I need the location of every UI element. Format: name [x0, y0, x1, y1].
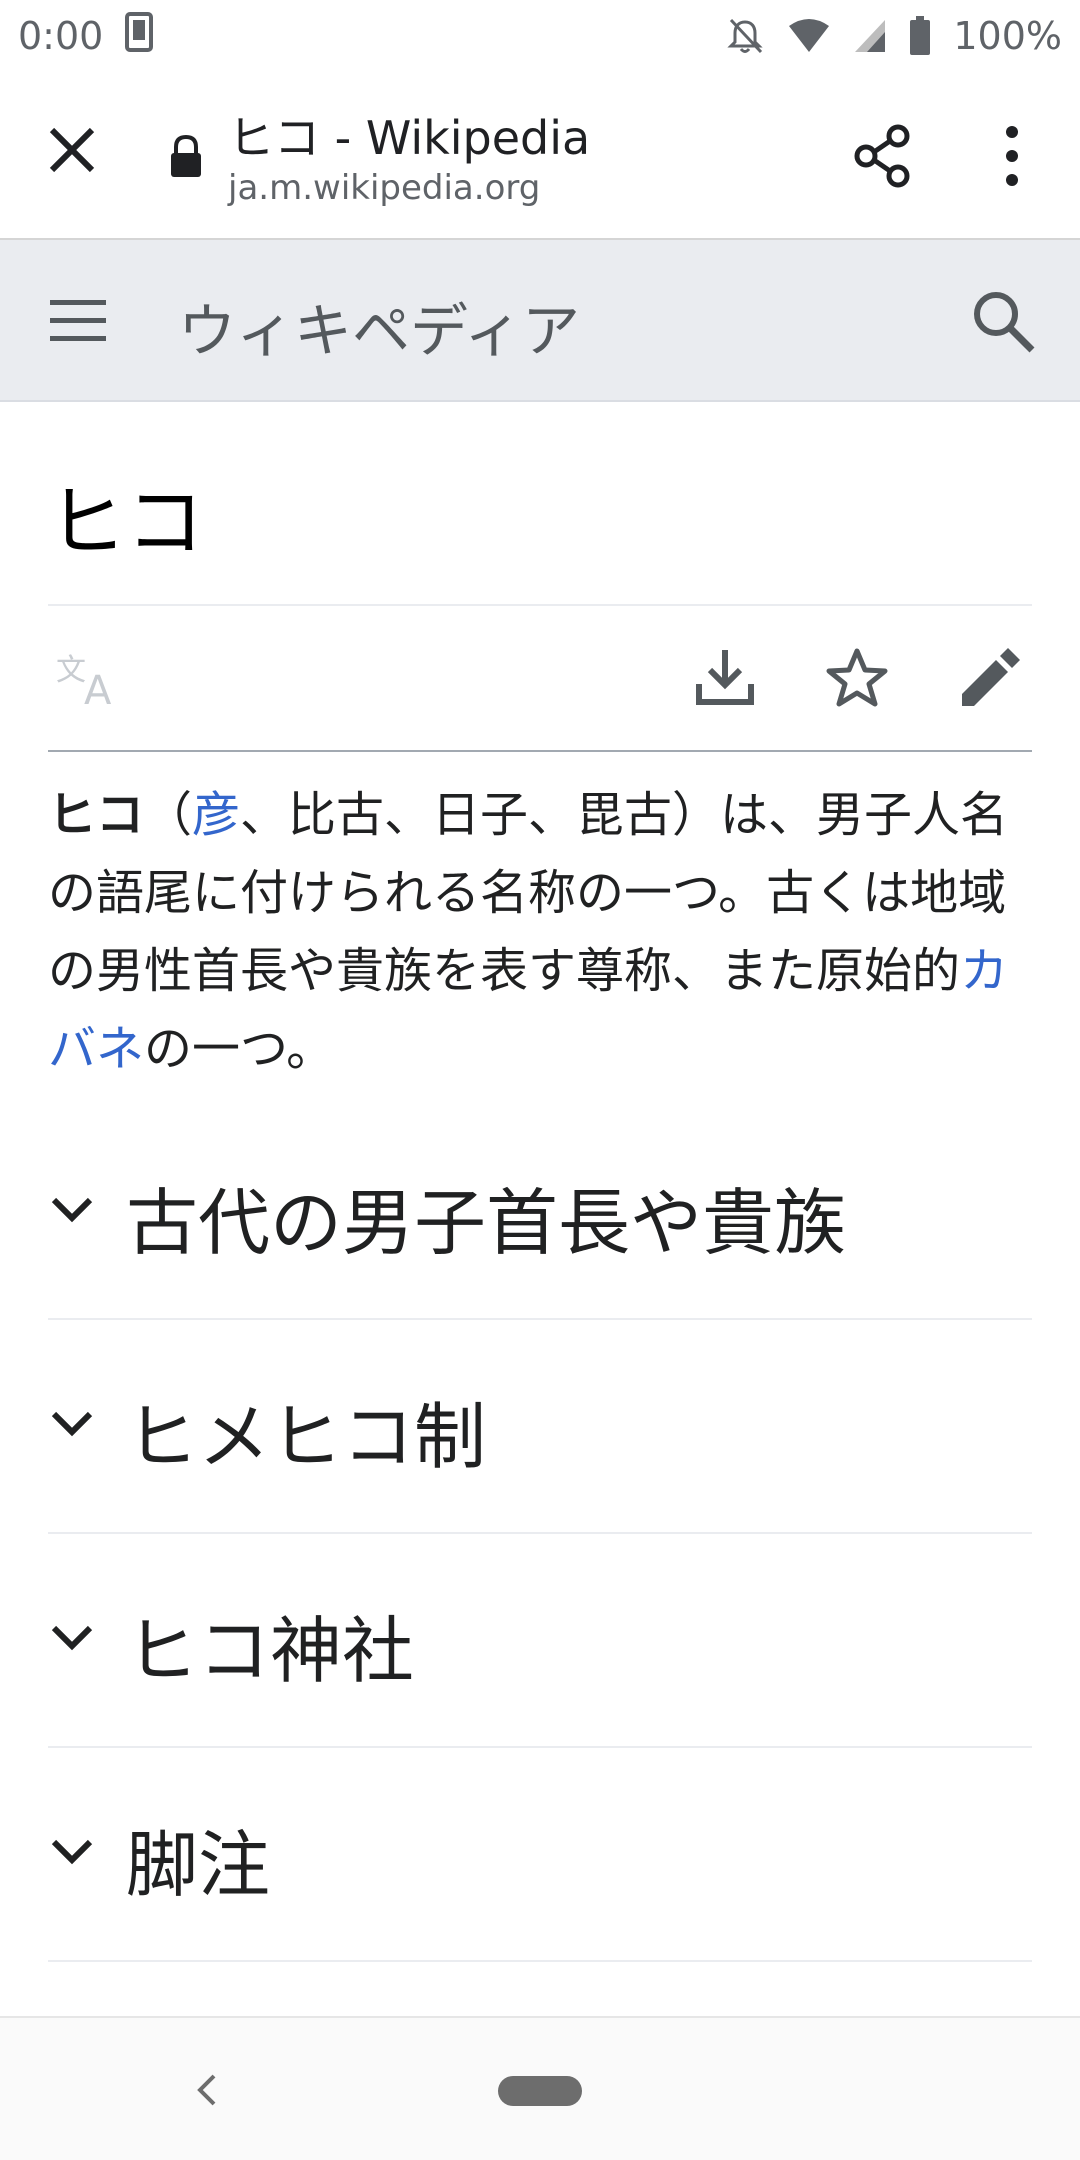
watch-star-icon[interactable]: [826, 648, 888, 708]
cellular-signal-icon: [853, 18, 887, 54]
edit-pencil-icon[interactable]: [958, 648, 1020, 710]
search-icon[interactable]: [970, 288, 1036, 354]
home-pill[interactable]: [498, 2076, 582, 2106]
battery-icon: [909, 16, 931, 56]
device-icon: [125, 11, 154, 61]
bold-term: ヒコ: [48, 787, 145, 843]
language-icon[interactable]: 文A: [56, 652, 122, 714]
wikipedia-wordmark[interactable]: ウィキペディア: [178, 284, 580, 368]
svg-text:文: 文: [56, 653, 86, 688]
wiki-header: ウィキペディア: [0, 240, 1080, 402]
article-title: ヒコ: [48, 478, 205, 568]
section-title: ヒコ神社: [126, 1609, 415, 1693]
chevron-down-icon: [48, 1406, 96, 1440]
status-bar: 0:00 100%: [0, 0, 1080, 72]
page-title-bar[interactable]: ヒコ - Wikipedia: [228, 102, 590, 168]
section-heading[interactable]: ヒメヒコ制: [48, 1318, 1032, 1532]
back-icon[interactable]: [192, 2070, 222, 2110]
chevron-down-icon: [48, 1834, 96, 1868]
silent-mode-icon: [725, 16, 765, 56]
browser-toolbar: ヒコ - Wikipedia ja.m.wikipedia.org: [0, 72, 1080, 240]
chevron-down-icon: [48, 1620, 96, 1654]
wifi-icon: [787, 18, 831, 54]
section-title: 古代の男子首長や貴族: [126, 1181, 847, 1265]
menu-icon[interactable]: [50, 298, 106, 344]
paren-open: （: [144, 787, 193, 843]
close-icon[interactable]: [44, 122, 100, 178]
download-icon[interactable]: [694, 646, 756, 708]
svg-text:A: A: [84, 668, 112, 706]
intro-text-end: の一つ。: [144, 1021, 335, 1077]
share-icon[interactable]: [852, 124, 912, 188]
more-options-icon[interactable]: [992, 122, 1032, 190]
chevron-down-icon: [48, 1192, 96, 1226]
lock-icon: [168, 134, 204, 178]
intro-paragraph: ヒコ（彦、比古、日子、毘古）は、男子人名の語尾に付けられる名称の一つ。古くは地域…: [48, 776, 1032, 1088]
actions-divider: [48, 750, 1032, 752]
status-time: 0:00: [18, 14, 104, 58]
link-hiko-kanji[interactable]: 彦: [192, 787, 240, 843]
section-heading[interactable]: 古代の男子首長や貴族: [48, 1104, 1032, 1318]
section-title: ヒメヒコ制: [126, 1395, 487, 1479]
section-divider: [48, 1960, 1032, 1962]
url-text[interactable]: ja.m.wikipedia.org: [228, 168, 540, 208]
navigation-bar: [0, 2016, 1080, 2160]
battery-percent: 100%: [953, 14, 1062, 58]
section-title: 脚注: [126, 1823, 271, 1907]
section-heading[interactable]: 脚注: [48, 1746, 1032, 1960]
title-divider: [48, 604, 1032, 606]
section-heading[interactable]: ヒコ神社: [48, 1532, 1032, 1746]
